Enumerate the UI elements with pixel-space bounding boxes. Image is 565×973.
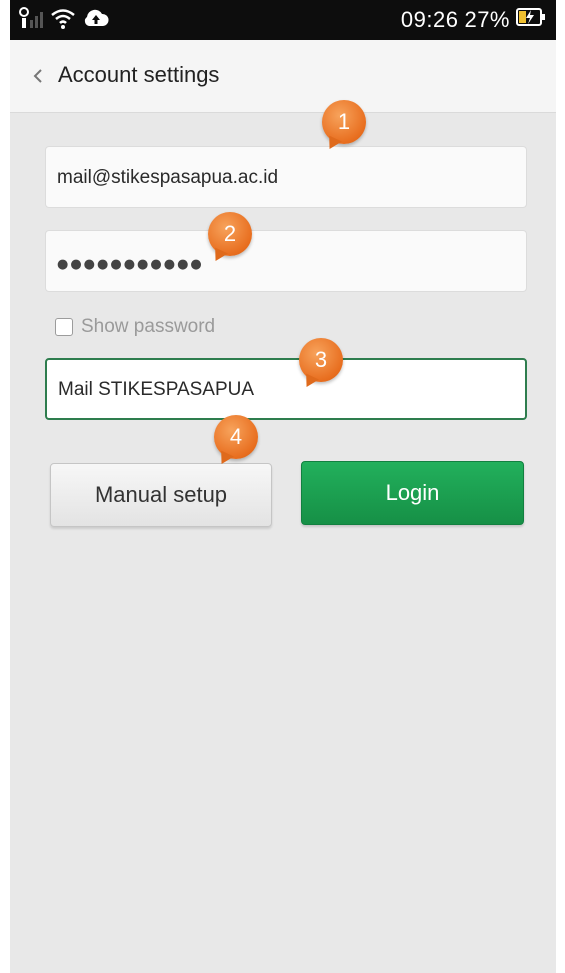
callout-4: 4 xyxy=(214,415,258,459)
phone-screen: 09:26 27% Account settings mail@stikespa… xyxy=(10,0,556,973)
battery-percent: 27% xyxy=(464,7,510,32)
password-value: ●●●●●●●●●●● xyxy=(57,257,204,272)
wifi-icon xyxy=(50,6,76,35)
account-name-field[interactable]: Mail STIKESPASAPUA xyxy=(45,358,527,420)
status-bar-left xyxy=(18,6,110,34)
email-field[interactable]: mail@stikespasapua.ac.id xyxy=(45,146,527,208)
status-bar: 09:26 27% xyxy=(10,0,556,40)
status-bar-right: 09:26 27% xyxy=(401,6,546,34)
login-button[interactable]: Login xyxy=(301,461,524,525)
cloud-upload-icon xyxy=(82,6,110,35)
show-password-label: Show password xyxy=(81,316,216,337)
account-name-value: Mail STIKESPASAPUA xyxy=(58,379,255,400)
callout-3: 3 xyxy=(299,338,343,382)
clock: 09:26 xyxy=(400,7,459,32)
show-password-row[interactable]: Show password xyxy=(55,316,215,338)
signal-icon xyxy=(18,6,44,35)
battery-charging-icon xyxy=(516,7,546,33)
callout-1: 1 xyxy=(322,100,366,144)
page-title: Account settings xyxy=(58,62,220,87)
email-value: mail@stikespasapua.ac.id xyxy=(57,167,279,188)
action-bar: Account settings xyxy=(10,40,556,113)
chevron-left-icon[interactable] xyxy=(24,62,52,90)
password-field[interactable]: ●●●●●●●●●●● xyxy=(45,230,527,292)
manual-setup-button[interactable]: Manual setup xyxy=(50,463,272,527)
callout-2: 2 xyxy=(208,212,252,256)
show-password-checkbox[interactable] xyxy=(55,318,73,336)
